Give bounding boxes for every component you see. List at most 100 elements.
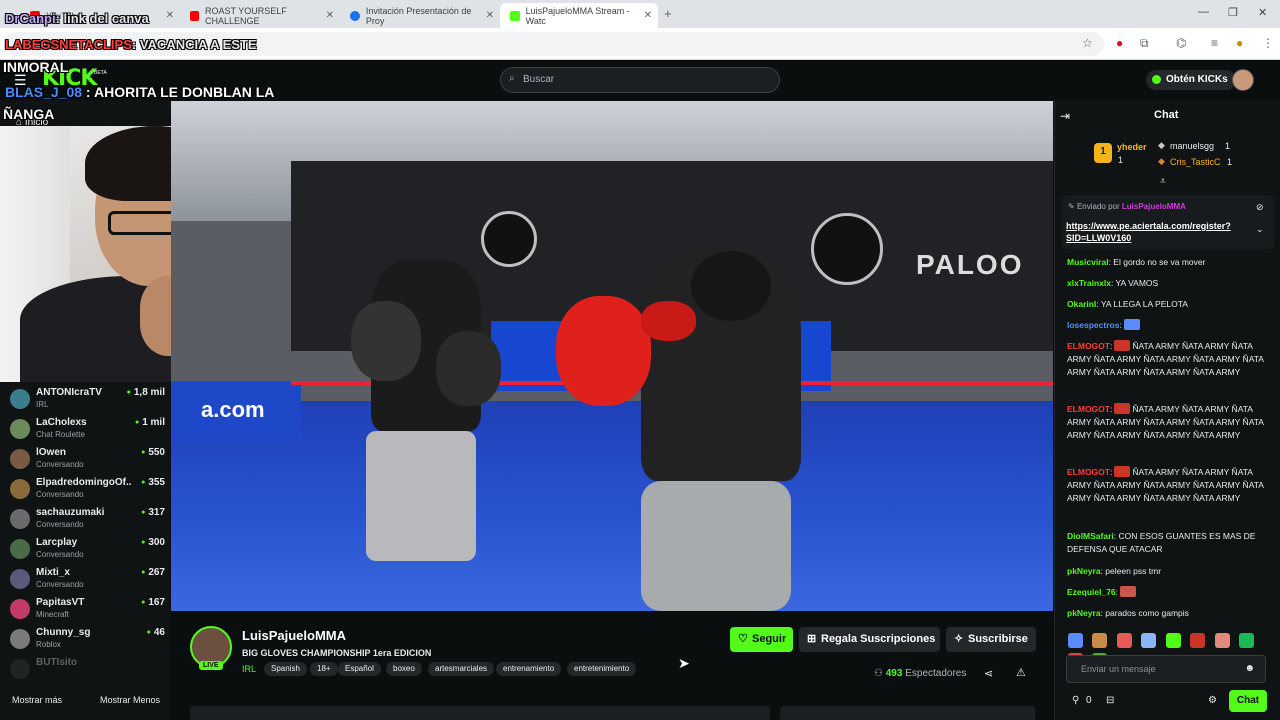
report-icon[interactable]: ⚠ [1016,666,1026,679]
chat-username[interactable]: pkNeyra [1067,608,1101,618]
sidebar-channel[interactable]: ANTONIcraTV IRL 1,8 mil [10,387,165,417]
show-more-link[interactable]: Mostrar más [12,695,62,705]
chat-username[interactable]: ELMOGOT [1067,404,1110,414]
below-player-panel [780,706,1035,720]
sidebar-channel[interactable]: Chunny_sg Roblox 46 [10,627,165,657]
chat-input[interactable]: Enviar un mensaje ☻ [1066,655,1266,683]
sidebar-channel[interactable]: PapitasVT Minecraft 167 [10,597,165,627]
sidebar-channel[interactable]: Larcplay Conversando 300 [10,537,165,567]
sidebar-channel[interactable]: BUTIsito [10,657,165,687]
follow-button[interactable]: ♡ Seguir [730,627,793,652]
chat-title: Chat [1154,109,1179,121]
subscribe-button[interactable]: ✧ Suscribirse [946,627,1036,652]
emote-icon[interactable] [1239,633,1255,648]
emote-icon[interactable] [1214,633,1230,648]
extensions-icon[interactable]: ⧉ [1140,36,1149,51]
share-icon[interactable]: ⋖ [984,667,993,680]
overlay-chat-line: BLAS_J_08 : AHORITA LE DONBLAN LA [5,84,274,100]
emote-icon[interactable] [1068,633,1083,648]
collapse-chat-icon[interactable]: ⇥ [1060,109,1070,123]
chat-text: : peleen pss tmr [1100,566,1162,576]
chat-username[interactable]: DiolMSafari [1067,531,1114,541]
boxing-logo-right [811,213,883,285]
stream-tag[interactable]: boxeo [386,662,422,676]
chat-username[interactable]: xlxTrainxlx [1067,278,1111,288]
emote-icon[interactable] [1092,633,1108,648]
sponsor-text: a.com [201,397,265,422]
search-input[interactable]: ⌕ Buscar [500,67,780,93]
stream-tag[interactable]: entrenamiento [496,662,562,676]
avatar [10,509,30,529]
leaderboard-name[interactable]: Cris_TasticC [1170,157,1221,167]
new-tab-button[interactable]: + [664,6,672,21]
send-chat-button[interactable]: Chat [1229,690,1267,712]
boxing-logo-left [481,211,537,267]
browser-tab-roast[interactable]: ROAST YOURSELF CHALLENGE ✕ [180,3,340,28]
unpin-icon[interactable]: ⊘ [1256,202,1264,213]
cast-icon[interactable]: ⌬ [1176,36,1186,50]
viewer-count: 1 mil [135,417,165,428]
chat-username[interactable]: OkarinI [1067,299,1096,309]
emote-icon[interactable] [1141,633,1157,648]
stream-tag[interactable]: entretenimiento [567,662,637,676]
kick-points-icon[interactable]: ⚲ [1072,695,1079,706]
canva-icon [350,10,360,21]
video-player[interactable]: PALOO a.com [171,101,1053,611]
chat-username[interactable]: Musicviral [1067,257,1109,267]
chat-username[interactable]: ELMOGOT [1067,341,1110,351]
gift-subs-button[interactable]: ⊞ Regala Suscripciones [799,627,940,652]
chat-username[interactable]: Ezequiel_76 [1067,587,1116,597]
opera-icon[interactable]: ● [1116,36,1123,50]
bookmark-star-icon[interactable]: ☆ [1082,36,1093,50]
leaderboard-name[interactable]: yheder [1117,142,1147,152]
overlay-user: BLAS_J_08 [5,84,83,100]
sidebar-channel[interactable]: ElpadredomingoOf... Conversando 355 [10,477,165,507]
chat-username[interactable]: ELMOGOT [1067,467,1110,477]
emote-icon[interactable] [1190,633,1206,648]
user-avatar[interactable] [1232,69,1254,91]
viewer-count: 355 [141,477,165,488]
viewer-count: ⚇ 493 Espectadores [874,668,966,679]
store-icon[interactable]: ⊟ [1106,695,1114,706]
sidebar-channel[interactable]: LaCholexs Chat Roulette 1 mil [10,417,165,447]
stream-category[interactable]: IRL [242,664,256,674]
stream-tag[interactable]: Español [338,662,381,676]
show-less-link[interactable]: Mostrar Menos [100,695,160,705]
browser-tab-kick[interactable]: LuisPajueloMMA Stream - Watc ✕ [500,3,658,28]
get-kicks-button[interactable]: Obtén KICKs [1146,70,1236,90]
restore-button[interactable]: ❐ [1228,6,1238,19]
sidebar-channel[interactable]: sachauzumaki Conversando 317 [10,507,165,537]
close-window-button[interactable]: ✕ [1258,6,1267,19]
emote-icon[interactable] [1165,633,1181,648]
chat-username[interactable]: pkNeyra [1067,566,1101,576]
emote-icon[interactable] [1116,633,1132,648]
stream-tag[interactable]: Spanish [264,662,307,676]
close-icon[interactable]: ✕ [486,10,494,21]
sidebar-channel[interactable]: lOwen Conversando 550 [10,447,165,477]
chat-message: Ezequiel_76: [1067,586,1267,599]
chevron-down-icon[interactable]: ⌄ [1256,224,1264,235]
leaderboard-name[interactable]: manuelsgg [1170,141,1214,151]
chat-username[interactable]: losespectros [1067,320,1119,330]
media-icon[interactable]: ≡ [1211,36,1218,50]
search-icon: ⌕ [509,73,515,84]
stream-tag[interactable]: 18+ [310,662,338,676]
sidebar-channel[interactable]: Mixti_x Conversando 267 [10,567,165,597]
channel-name[interactable]: LuisPajueloMMA [242,628,346,643]
profile-icon[interactable]: ● [1236,36,1243,50]
gear-icon[interactable]: ⚙ [1208,695,1217,706]
close-icon[interactable]: ✕ [326,10,334,21]
channel-name: lOwen [36,447,67,458]
stream-title: BIG GLOVES CHAMPIONSHIP 1era EDICION [242,648,432,658]
menu-dots-icon[interactable]: ⋮ [1262,36,1274,50]
minimize-button[interactable]: — [1198,6,1209,18]
emoji-icon[interactable]: ☻ [1244,663,1255,674]
browser-tab-canva[interactable]: Invitación Presentación de Proy ✕ [340,3,500,28]
stream-tag[interactable]: artesmarciales [428,662,495,676]
close-icon[interactable]: ✕ [166,10,174,21]
close-icon[interactable]: ✕ [644,10,652,21]
avatar [10,389,30,409]
pinned-user[interactable]: LuisPajueloMMA [1122,202,1186,211]
pinned-link[interactable]: https://www.pe.aciertala.com/register?SI… [1066,220,1256,244]
expand-leaderboard-icon[interactable]: ⩡ [1160,176,1166,187]
